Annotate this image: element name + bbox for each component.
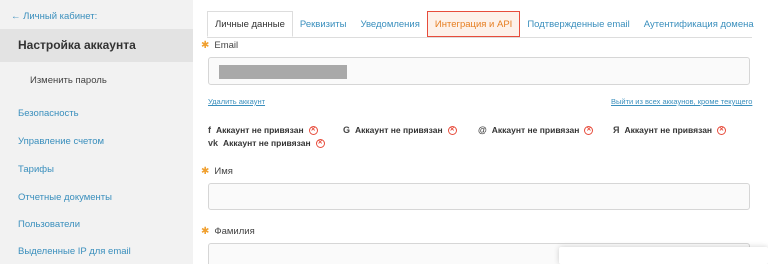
email-field[interactable] xyxy=(208,57,750,85)
tab-personal-data[interactable]: Личные данные xyxy=(207,11,293,37)
social-status-label: Аккаунт не привязан xyxy=(491,125,580,135)
first-name-field[interactable] xyxy=(208,183,750,210)
email-label: ✱ Email xyxy=(201,40,238,51)
first-name-label: ✱ Имя xyxy=(201,166,233,177)
google-icon: G xyxy=(343,125,351,135)
social-yandex: Я Аккаунт не привязан ✕ xyxy=(613,125,727,135)
tab-domain-auth[interactable]: Аутентификация домена xyxy=(637,11,761,37)
logout-all-link[interactable]: Выйти из всех аккаунов, кроме текущего xyxy=(611,97,752,106)
tab-integration-api[interactable]: Интеграция и API xyxy=(426,11,521,37)
sidebar-item-change-password[interactable]: Изменить пароль xyxy=(30,75,107,86)
required-asterisk: ✱ xyxy=(201,40,210,51)
mail-ru-icon: @ xyxy=(478,125,487,135)
close-icon[interactable]: ✕ xyxy=(447,125,457,135)
social-vk: vk Аккаунт не привязан ✕ xyxy=(208,138,325,148)
social-google: G Аккаунт не привязан ✕ xyxy=(343,125,457,135)
close-icon[interactable]: ✕ xyxy=(308,125,318,135)
sidebar-item-billing[interactable]: Управление счетом xyxy=(18,136,104,147)
close-icon[interactable]: ✕ xyxy=(717,125,727,135)
close-icon[interactable]: ✕ xyxy=(584,125,594,135)
social-mailru: @ Аккаунт не привязан ✕ xyxy=(478,125,594,135)
email-label-text: Email xyxy=(214,40,239,51)
facebook-icon: f xyxy=(208,125,211,135)
sidebar-item-users[interactable]: Пользователи xyxy=(18,219,80,230)
social-status-label: Аккаунт не привязан xyxy=(223,138,311,148)
tabs-divider xyxy=(207,37,752,38)
social-status-label: Аккаунт не привязан xyxy=(216,125,304,135)
tab-requisites[interactable]: Реквизиты xyxy=(293,11,354,37)
email-value-redacted xyxy=(219,65,347,79)
floating-widget[interactable] xyxy=(559,247,768,264)
sidebar-item-security[interactable]: Безопасность xyxy=(18,108,79,119)
first-name-label-text: Имя xyxy=(214,166,233,177)
tabs-bar: Личные данные Реквизиты Уведомления Инте… xyxy=(207,11,761,37)
yandex-icon: Я xyxy=(613,125,620,135)
sidebar-item-dedicated-ip[interactable]: Выделенные IP для email xyxy=(18,246,131,257)
required-asterisk: ✱ xyxy=(201,226,210,237)
last-name-label: ✱ Фамилия xyxy=(201,226,255,237)
social-status-label: Аккаунт не привязан xyxy=(355,125,443,135)
sidebar-item-documents[interactable]: Отчетные документы xyxy=(18,192,112,203)
sidebar: ← Личный кабинет: Настройка аккаунта Изм… xyxy=(0,0,193,264)
delete-account-link[interactable]: Удалить аккаунт xyxy=(208,97,265,106)
back-to-cabinet-link[interactable]: ← Личный кабинет: xyxy=(11,11,97,22)
required-asterisk: ✱ xyxy=(201,166,210,177)
close-icon[interactable]: ✕ xyxy=(315,138,325,148)
main-panel: Личные данные Реквизиты Уведомления Инте… xyxy=(193,0,768,264)
social-status-label: Аккаунт не привязан xyxy=(624,125,713,135)
tab-verified-emails[interactable]: Подтвержденные email xyxy=(520,11,636,37)
tab-notifications[interactable]: Уведомления xyxy=(353,11,426,37)
sidebar-title: Настройка аккаунта xyxy=(0,29,193,62)
sidebar-item-tariffs[interactable]: Тарифы xyxy=(18,164,54,175)
last-name-label-text: Фамилия xyxy=(214,226,255,237)
vk-icon: vk xyxy=(208,138,219,148)
social-facebook: f Аккаунт не привязан ✕ xyxy=(208,125,318,135)
